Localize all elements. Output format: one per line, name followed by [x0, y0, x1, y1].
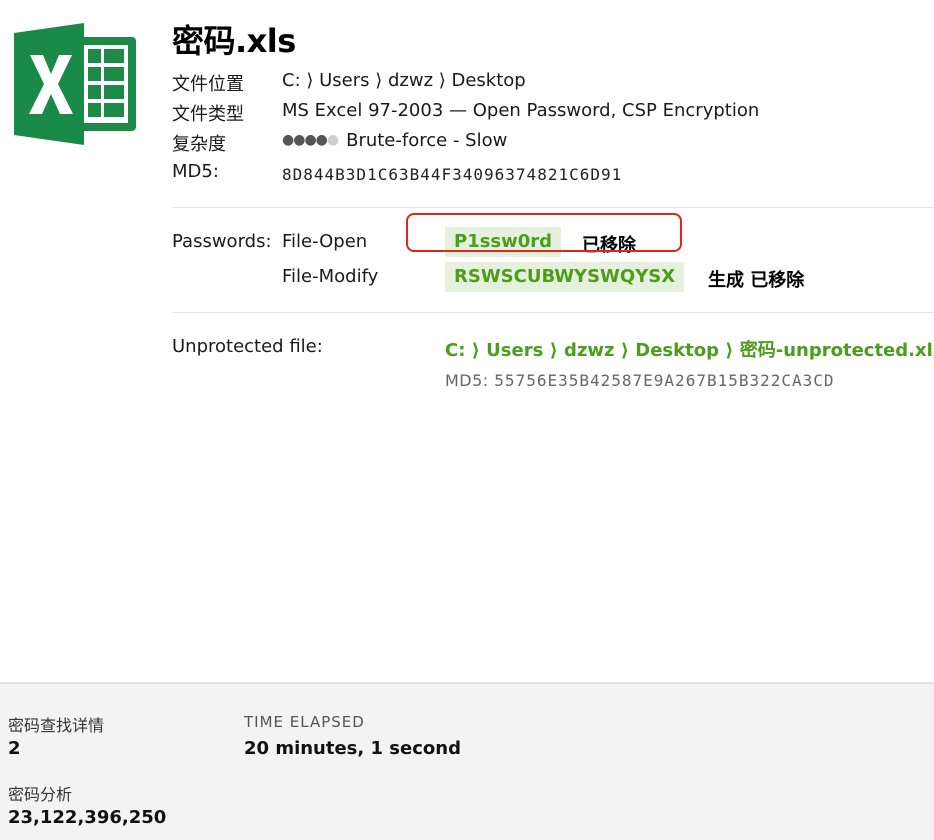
- complexity-dots: ●●●●●: [282, 132, 339, 148]
- password-kind-open: File-Open: [282, 231, 368, 252]
- complexity-dot: ●: [315, 132, 328, 148]
- unprotected-md5-value: 55756E35B42587E9A267B15B322CA3CD: [494, 371, 835, 390]
- password-status-modify: 生成 已移除: [708, 270, 805, 291]
- unprotected-file-link[interactable]: C: ⟩ Users ⟩ dzwz ⟩ Desktop ⟩ 密码-unprote…: [445, 336, 934, 362]
- stats-panel: 密码查找详情 2 TIME ELAPSED 20 minutes, 1 seco…: [0, 682, 934, 840]
- password-value-modify[interactable]: RSWSCUBWYSWQYSX: [445, 262, 685, 292]
- file-type: MS Excel 97-2003 — Open Password, CSP En…: [282, 100, 760, 121]
- analysis-label: 密码分析: [8, 785, 73, 804]
- unprotected-md5: MD5: 55756E35B42587E9A267B15B322CA3CD: [445, 371, 835, 390]
- file-title: 密码.xls: [172, 22, 296, 60]
- elapsed-value: 20 minutes, 1 second: [244, 738, 461, 759]
- location-label: 文件位置: [172, 74, 244, 95]
- unprotected-label: Unprotected file:: [172, 336, 323, 357]
- divider: [172, 207, 934, 208]
- file-location[interactable]: C: ⟩ Users ⟩ dzwz ⟩ Desktop: [282, 70, 526, 91]
- analysis-value: 23,122,396,250: [8, 807, 167, 828]
- type-label: 文件类型: [172, 104, 244, 125]
- complexity-label: 复杂度: [172, 134, 226, 155]
- excel-icon: [14, 23, 138, 145]
- password-kind-modify: File-Modify: [282, 266, 379, 287]
- complexity-dot: ●: [326, 132, 339, 148]
- highlight-box: [406, 213, 682, 252]
- complexity-text: Brute-force - Slow: [346, 130, 508, 151]
- file-md5: 8D844B3D1C63B44F34096374821C6D91: [282, 165, 623, 184]
- details-label: 密码查找详情: [8, 716, 105, 735]
- divider: [172, 312, 934, 313]
- complexity-dot: ●: [304, 132, 316, 148]
- passwords-label: Passwords:: [172, 231, 272, 252]
- complexity-value: ●●●●● Brute-force - Slow: [282, 130, 507, 151]
- md5-label: MD5:: [172, 161, 219, 182]
- elapsed-label: TIME ELAPSED: [244, 713, 365, 731]
- complexity-dot: ●: [282, 132, 294, 148]
- details-value: 2: [8, 738, 21, 759]
- complexity-dot: ●: [293, 132, 305, 148]
- unprotected-md5-prefix: MD5:: [445, 371, 489, 390]
